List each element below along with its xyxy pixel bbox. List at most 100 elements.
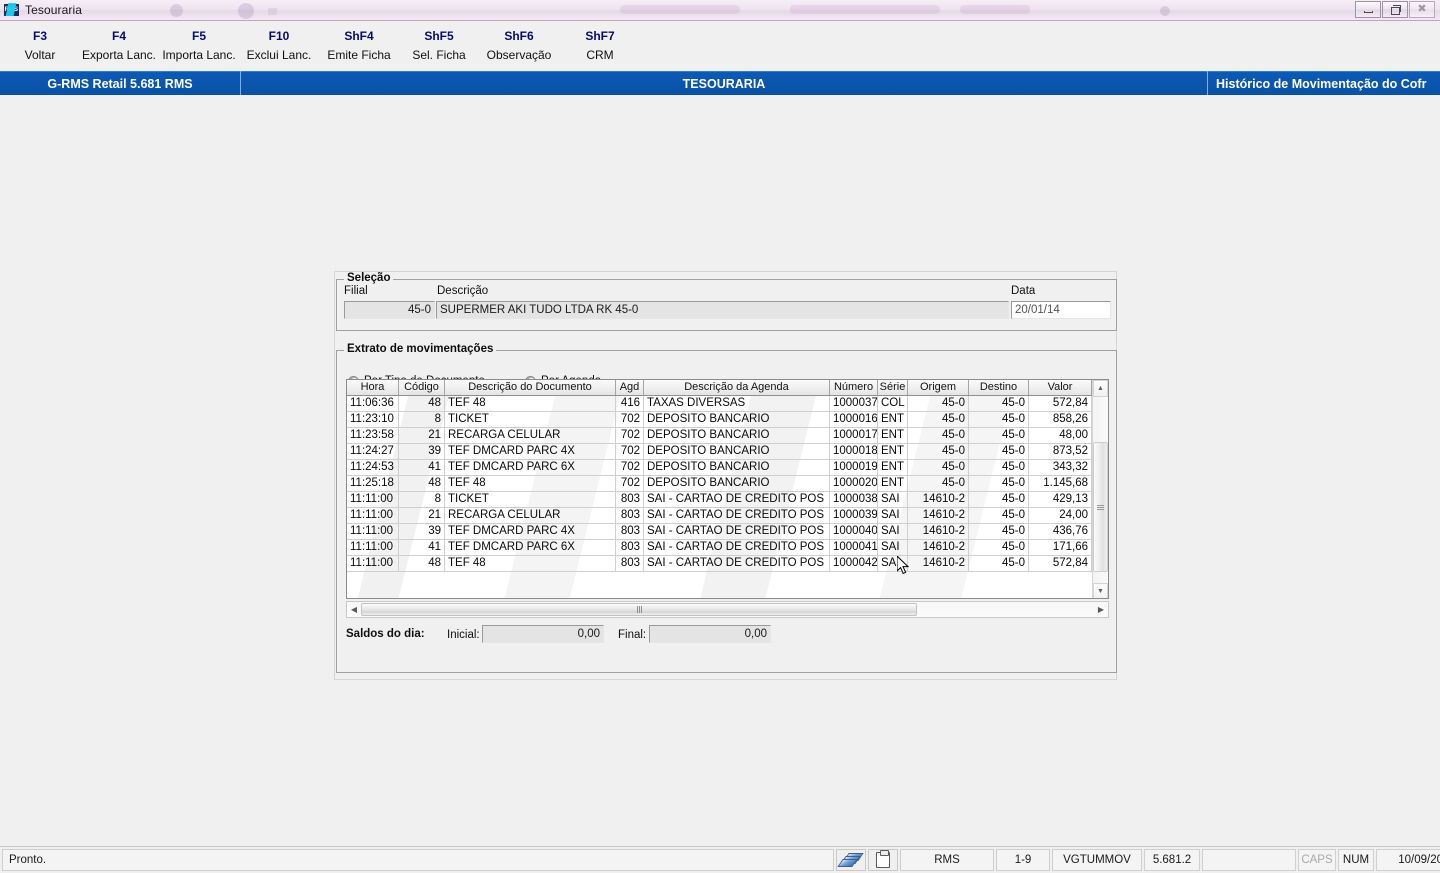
table-cell: 1000019 <box>830 460 878 475</box>
grid-column-header[interactable]: Série <box>878 380 908 395</box>
table-row[interactable]: 11:23:10 8 TICKET 702 DEPOSITO BANCARIO 10000… <box>347 412 1108 428</box>
fkey-f4[interactable]: F4 Exporta Lanc. <box>74 29 164 63</box>
table-cell: 45-0 <box>969 428 1029 443</box>
fkey-shf7-label: CRM <box>586 48 614 62</box>
table-row[interactable]: 11:06:36 48 TEF 48 416 TAXAS DIVERSAS 1000037… <box>347 396 1108 412</box>
clipboard-icon[interactable] <box>868 849 898 871</box>
table-cell: SAI <box>878 492 908 507</box>
table-cell: TEF DMCARD PARC 4X <box>445 444 616 459</box>
table-cell: TICKET <box>445 492 616 507</box>
grid-body: 11:06:36 48 TEF 48 416 TAXAS DIVERSAS 1000037… <box>347 396 1108 572</box>
grid-horizontal-scrollbar[interactable]: ◀ ▶ <box>346 601 1109 618</box>
grid-vertical-scrollbar[interactable]: ▲ ▼ <box>1092 380 1108 598</box>
fkey-shf6[interactable]: ShF6 Observação <box>472 29 566 63</box>
fkey-f10[interactable]: F10 Exclui Lanc. <box>236 29 322 63</box>
table-cell: 41 <box>399 460 445 475</box>
selecao-group-title: Seleção <box>344 272 394 284</box>
movimentacoes-grid[interactable]: Hora Código Descrição do Documento Agd Descr… <box>346 379 1109 599</box>
application-window: RMS Tesouraria ✖ F3 Voltar F4 Exporta La… <box>0 0 1440 873</box>
fkey-shf5-label: Sel. Ficha <box>412 48 466 62</box>
table-cell: 45-0 <box>969 476 1029 491</box>
table-row[interactable]: 11:11:00 39 TEF DMCARD PARC 4X 803 SAI - CAR… <box>347 524 1108 540</box>
table-cell: 572,84 <box>1029 396 1092 411</box>
scroll-left-button[interactable]: ◀ <box>347 602 361 617</box>
table-cell: 45-0 <box>908 444 969 459</box>
window-title-bar: RMS Tesouraria ✖ <box>0 0 1440 21</box>
table-cell: ENT <box>878 460 908 475</box>
table-cell: 14610-2 <box>908 556 969 571</box>
scroll-down-button[interactable]: ▼ <box>1093 583 1108 598</box>
fkey-shf4[interactable]: ShF4 Emite Ficha <box>316 29 402 63</box>
data-field[interactable]: 20/01/14 <box>1011 301 1111 319</box>
table-cell: 11:11:00 <box>347 524 399 539</box>
fkey-f5[interactable]: F5 Importa Lanc. <box>154 29 244 63</box>
table-cell: TEF DMCARD PARC 4X <box>445 524 616 539</box>
table-row[interactable]: 11:11:00 21 RECARGA CELULAR 803 SAI - CARTAO… <box>347 508 1108 524</box>
app-bar-history: Histórico de Movimentação do Cofr <box>1208 71 1440 95</box>
books-icon[interactable] <box>836 849 866 871</box>
table-cell: 45-0 <box>908 476 969 491</box>
fkey-shf5[interactable]: ShF5 Sel. Ficha <box>398 29 480 63</box>
scroll-up-button[interactable]: ▲ <box>1093 380 1108 397</box>
table-cell: TEF 48 <box>445 556 616 571</box>
window-controls: ✖ <box>1355 1 1435 18</box>
table-cell: 14610-2 <box>908 524 969 539</box>
saldo-final-field[interactable]: 0,00 <box>649 625 771 643</box>
table-cell: 572,84 <box>1029 556 1092 571</box>
horizontal-scroll-thumb[interactable] <box>361 603 917 616</box>
fkey-shf7-key: ShF7 <box>585 29 615 43</box>
grid-column-header[interactable]: Origem <box>908 380 969 395</box>
saldo-inicial-field[interactable]: 0,00 <box>482 625 604 643</box>
table-row[interactable]: 11:23:58 21 RECARGA CELULAR 702 DEPOSITO BAN… <box>347 428 1108 444</box>
table-row[interactable]: 11:11:00 8 TICKET 803 SAI - CARTAO DE CREDIT… <box>347 492 1108 508</box>
table-cell: RECARGA CELULAR <box>445 508 616 523</box>
window-title: Tesouraria <box>25 3 83 17</box>
vertical-scroll-thumb[interactable] <box>1093 442 1108 572</box>
table-cell: 48 <box>399 476 445 491</box>
table-cell: 45-0 <box>908 460 969 475</box>
table-cell: 429,13 <box>1029 492 1092 507</box>
descricao-field[interactable]: SUPERMER AKI TUDO LTDA RK 45-0 <box>436 301 1009 319</box>
grid-column-header[interactable]: Destino <box>969 380 1029 395</box>
grid-column-header[interactable]: Código <box>399 380 445 395</box>
table-row[interactable]: 11:11:00 48 TEF 48 803 SAI - CARTAO DE CREDI… <box>347 556 1108 572</box>
table-cell: 21 <box>399 508 445 523</box>
table-cell: 8 <box>399 492 445 507</box>
minimize-button[interactable] <box>1355 1 1381 18</box>
table-cell: 702 <box>616 412 644 427</box>
table-cell: ENT <box>878 444 908 459</box>
fkey-shf7[interactable]: ShF7 CRM <box>564 29 636 63</box>
restore-button[interactable] <box>1382 1 1408 18</box>
grid-column-header[interactable]: Descrição do Documento <box>445 380 616 395</box>
filial-field[interactable]: 45-0 <box>344 301 435 319</box>
table-cell: SAI - CARTAO DE CREDITO POS <box>644 556 830 571</box>
table-row[interactable]: 11:11:00 41 TEF DMCARD PARC 6X 803 SAI - CAR… <box>347 540 1108 556</box>
grid-column-header[interactable]: Descrição da Agenda <box>644 380 830 395</box>
table-row[interactable]: 11:24:53 41 TEF DMCARD PARC 6X 702 DEPOSITO … <box>347 460 1108 476</box>
extrato-group-title: Extrato de movimentações <box>344 343 497 355</box>
table-cell: 873,52 <box>1029 444 1092 459</box>
table-cell: DEPOSITO BANCARIO <box>644 444 830 459</box>
scroll-right-button[interactable]: ▶ <box>1094 602 1108 617</box>
table-cell: 45-0 <box>969 556 1029 571</box>
table-cell: 171,66 <box>1029 540 1092 555</box>
table-cell: 803 <box>616 492 644 507</box>
table-cell: 45-0 <box>908 412 969 427</box>
fkey-f3[interactable]: F3 Voltar <box>0 29 80 63</box>
table-cell: 1000039 <box>830 508 878 523</box>
grid-column-header[interactable]: Valor <box>1029 380 1092 395</box>
table-cell: 1000041 <box>830 540 878 555</box>
close-button[interactable]: ✖ <box>1409 1 1435 18</box>
table-row[interactable]: 11:24:27 39 TEF DMCARD PARC 4X 702 DEPOSITO … <box>347 444 1108 460</box>
table-cell: 343,32 <box>1029 460 1092 475</box>
fkey-f4-key: F4 <box>111 29 126 43</box>
table-cell: TEF 48 <box>445 396 616 411</box>
table-cell: DEPOSITO BANCARIO <box>644 412 830 427</box>
grid-column-header[interactable]: Agd <box>616 380 644 395</box>
grid-column-header[interactable]: Hora <box>347 380 399 395</box>
fkey-shf4-label: Emite Ficha <box>327 48 391 62</box>
grid-column-header[interactable]: Número <box>830 380 878 395</box>
table-row[interactable]: 11:25:18 48 TEF 48 702 DEPOSITO BANCARIO 1000… <box>347 476 1108 492</box>
table-cell: TICKET <box>445 412 616 427</box>
table-cell: 1000038 <box>830 492 878 507</box>
